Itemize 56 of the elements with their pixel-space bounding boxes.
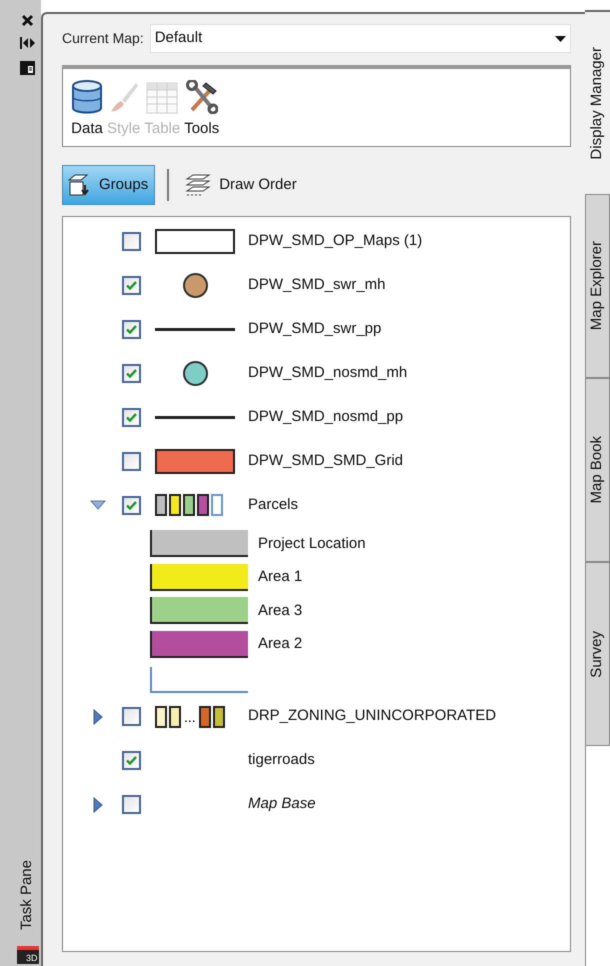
tools-icon [186, 80, 218, 114]
checkbox[interactable] [122, 452, 141, 470]
dropdown-arrow-icon [555, 36, 566, 42]
layer-name[interactable]: DPW_SMD_nosmd_mh [248, 362, 408, 384]
layer-name[interactable]: DRP_ZONING_UNINCORPORATED [248, 705, 496, 728]
legend-label: Area 2 [258, 634, 302, 654]
3d-badge: 3D [16, 946, 38, 964]
check-icon [126, 368, 137, 378]
close-icon[interactable] [21, 14, 34, 27]
layer-name[interactable]: DPW_SMD_swr_pp [248, 318, 382, 340]
side-tab[interactable]: Map Explorer [585, 194, 610, 378]
task-pane-label: Task Pane [17, 860, 36, 930]
ellipsis: ... [183, 710, 197, 724]
checkbox[interactable] [122, 795, 141, 814]
checkbox[interactable] [122, 232, 141, 250]
checkbox[interactable] [122, 751, 141, 770]
layers-icon [185, 173, 212, 197]
collapse-triangle-icon[interactable] [90, 500, 106, 510]
database-icon [71, 80, 103, 114]
current-map-dropdown[interactable]: Default [150, 24, 571, 53]
checkbox[interactable] [122, 276, 141, 294]
checkbox[interactable] [122, 496, 141, 514]
side-tab[interactable]: Map Book [585, 378, 610, 562]
legend-label: Area 3 [258, 600, 302, 620]
checkbox[interactable] [122, 408, 141, 426]
layer-name[interactable]: DPW_SMD_OP_Maps (1) [248, 230, 422, 252]
checkbox[interactable] [122, 320, 141, 338]
check-icon [126, 324, 137, 334]
layer-name[interactable]: DPW_SMD_swr_mh [248, 274, 386, 296]
check-icon [126, 412, 137, 422]
side-tab[interactable]: Survey [585, 562, 610, 746]
legend-label: Project Location [258, 534, 366, 554]
check-icon [126, 500, 137, 510]
view-button[interactable]: Draw Order [181, 165, 301, 205]
layer-name[interactable]: tigerroads [248, 749, 315, 772]
checkbox[interactable] [122, 364, 141, 382]
expand-triangle-icon[interactable] [93, 708, 103, 724]
layer-name[interactable]: DPW_SMD_nosmd_pp [248, 406, 404, 428]
check-icon [126, 280, 137, 290]
properties-icon[interactable] [20, 61, 35, 75]
toolbar-button[interactable]: Data [71, 80, 103, 140]
legend-label: Area 1 [258, 567, 302, 587]
expand-triangle-icon[interactable] [93, 796, 103, 812]
layer-name[interactable]: DPW_SMD_SMD_Grid [248, 450, 404, 472]
checkbox[interactable] [122, 707, 141, 726]
side-tab[interactable]: Display Manager [585, 10, 610, 194]
layer-name[interactable]: Parcels [248, 494, 298, 516]
view-button[interactable]: Groups [62, 165, 156, 205]
auto-hide-icon[interactable] [20, 37, 36, 49]
check-icon [126, 756, 137, 765]
current-map-label: Current Map: [62, 29, 144, 48]
groups-icon [67, 173, 91, 197]
theme-swatch [211, 494, 223, 516]
toolbar-button[interactable]: Tools [184, 80, 220, 140]
table-icon [146, 82, 178, 114]
layer-name[interactable]: Map Base [248, 793, 316, 816]
